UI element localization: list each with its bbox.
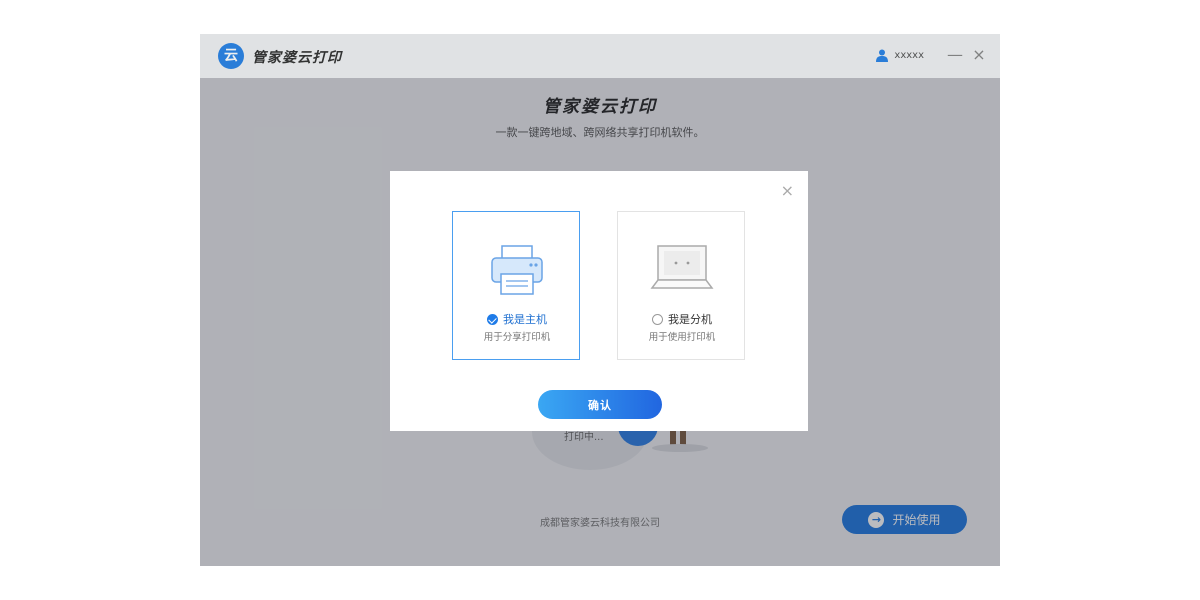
host-option-label: 我是主机 <box>503 313 547 326</box>
titlebar-dim <box>200 34 1000 78</box>
client-option-row: 我是分机 <box>618 311 746 327</box>
printer-icon <box>491 245 543 295</box>
host-option-card[interactable]: 我是主机 用于分享打印机 <box>452 211 580 360</box>
app-window: 云 管家婆云打印 xxxxx — × 管家婆云打印 一款一键跨地域、跨网络共享打… <box>200 34 1000 566</box>
host-option-desc: 用于分享打印机 <box>483 332 551 343</box>
laptop-icon <box>650 245 714 289</box>
client-option-desc: 用于使用打印机 <box>648 332 716 343</box>
client-option-label: 我是分机 <box>668 313 712 326</box>
dialog-close-button[interactable]: × <box>781 181 794 200</box>
host-option-row: 我是主机 <box>453 311 581 327</box>
client-radio-unchecked-icon[interactable] <box>652 313 663 325</box>
client-option-card[interactable]: 我是分机 用于使用打印机 <box>617 211 745 360</box>
host-radio-checked-icon[interactable] <box>487 313 498 325</box>
role-select-dialog: × 我是主机 用于分享打印机 我是分机 用于使用打印机 确认 <box>390 171 808 431</box>
confirm-button[interactable]: 确认 <box>538 390 662 419</box>
